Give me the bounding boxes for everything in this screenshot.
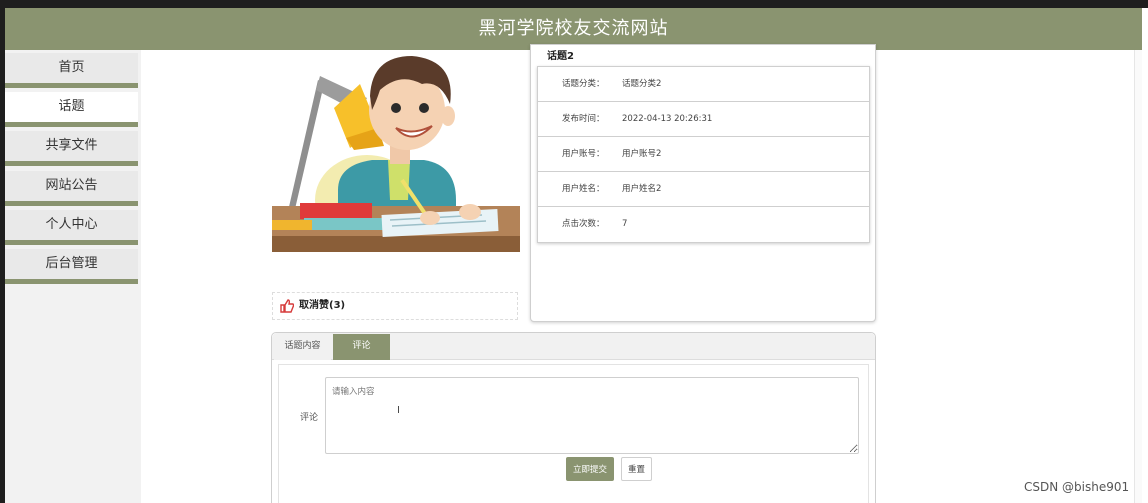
watermark: CSDN @bishe901: [1024, 480, 1130, 494]
tab-strip: 话题内容 评论: [272, 333, 875, 360]
info-row-category: 话题分类： 话题分类2: [538, 67, 869, 102]
info-value: 话题分类2: [622, 79, 662, 89]
nav-item-home[interactable]: 首页: [5, 53, 138, 88]
nav-item-admin[interactable]: 后台管理: [5, 249, 138, 284]
tab-label: 话题内容: [284, 341, 321, 351]
sidebar: 首页 话题 共享文件 网站公告 个人中心 后台管理: [5, 50, 141, 503]
nav-item-label: 共享文件: [45, 138, 98, 153]
text-cursor-icon: I: [397, 405, 400, 416]
info-label: 点击次数：: [562, 219, 605, 229]
comment-form: 评论 I 立即提交 重置: [278, 364, 869, 503]
info-label: 用户账号：: [562, 149, 605, 159]
topic-info-card: 话题2 话题分类： 话题分类2 发布时间： 2022-04-13 20:26:3…: [530, 44, 876, 322]
info-row-user-name: 用户姓名： 用户姓名2: [538, 172, 869, 207]
nav-item-label: 网站公告: [45, 178, 98, 193]
info-label: 用户姓名：: [562, 184, 605, 194]
info-value: 7: [622, 219, 628, 229]
info-label: 发布时间：: [562, 114, 605, 124]
info-value: 用户账号2: [622, 149, 662, 159]
nav-item-topics[interactable]: 话题: [5, 92, 138, 127]
nav-item-shared-files[interactable]: 共享文件: [5, 131, 138, 166]
topic-title: 话题2: [547, 51, 574, 62]
info-row-click-count: 点击次数： 7: [538, 207, 869, 242]
topic-info-table: 话题分类： 话题分类2 发布时间： 2022-04-13 20:26:31 用户…: [537, 66, 870, 243]
tab-topic-content[interactable]: 话题内容: [274, 334, 331, 360]
tab-comment[interactable]: 评论: [333, 334, 390, 360]
detail-tabs-panel: 话题内容 评论 评论 I 立即提交 重置: [271, 332, 876, 503]
info-value: 用户姓名2: [622, 184, 662, 194]
scrollbar[interactable]: [1134, 50, 1142, 503]
topic-image: [272, 50, 520, 252]
nav-item-label: 后台管理: [45, 256, 98, 271]
info-value: 2022-04-13 20:26:31: [622, 114, 713, 124]
info-row-publish-time: 发布时间： 2022-04-13 20:26:31: [538, 102, 869, 137]
thumbs-up-icon: [280, 299, 294, 313]
unlike-button[interactable]: 取消赞(3): [272, 292, 518, 320]
nav-item-personal-center[interactable]: 个人中心: [5, 210, 138, 245]
nav-item-label: 首页: [58, 60, 85, 75]
reset-button[interactable]: 重置: [621, 457, 652, 481]
comment-label: 评论: [300, 413, 319, 423]
student-studying-illustration: [272, 50, 520, 252]
nav-item-label: 个人中心: [45, 217, 98, 232]
nav-item-announcements[interactable]: 网站公告: [5, 171, 138, 206]
info-row-user-account: 用户账号： 用户账号2: [538, 137, 869, 172]
unlike-label: 取消赞(3): [299, 300, 346, 311]
submit-button[interactable]: 立即提交: [566, 457, 614, 481]
nav-item-label: 话题: [58, 99, 85, 114]
comment-input[interactable]: [325, 377, 859, 454]
info-label: 话题分类：: [562, 79, 605, 89]
tab-label: 评论: [352, 341, 371, 351]
site-title: 黑河学院校友交流网站: [478, 18, 669, 39]
